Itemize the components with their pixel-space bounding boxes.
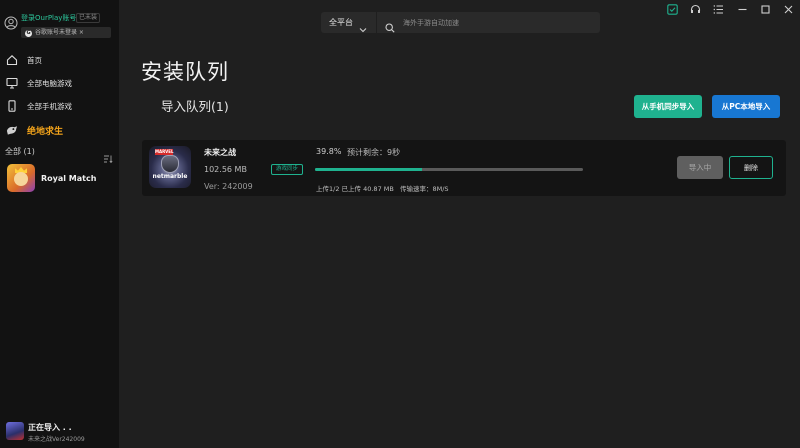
game-list-item[interactable]: Royal Match — [7, 163, 117, 193]
importing-button[interactable]: 导入中 — [677, 156, 723, 179]
upload-status: 上传1/2 已上传 40.87 MB — [316, 185, 394, 193]
search-icon — [385, 18, 395, 33]
page-title: 安装队列 — [141, 60, 229, 84]
import-from-pc-button[interactable]: 从PC本地导入 — [712, 95, 780, 118]
sort-icon[interactable] — [104, 148, 113, 164]
menu-icon[interactable] — [712, 3, 724, 15]
google-login-hint-text: 谷歌账号未登录 × — [35, 29, 84, 36]
headset-icon[interactable] — [689, 3, 701, 15]
google-login-hint[interactable]: G 谷歌账号未登录 × — [21, 27, 111, 38]
search-bar[interactable] — [376, 12, 600, 33]
all-games-header: 全部 (1) — [5, 146, 115, 164]
netmarble-logo: netmarble — [152, 173, 188, 180]
sidebar-item-label: 全部电脑游戏 — [27, 78, 72, 88]
importing-game-thumb — [6, 422, 24, 440]
sidebar-item-home[interactable]: 首页 — [0, 50, 119, 70]
sidebar: 登录OurPlay账号 已未装 G 谷歌账号未登录 × 首页 全部电脑游戏 全部手… — [0, 0, 119, 448]
progress-percent: 39.8% — [316, 147, 342, 156]
importing-status[interactable]: 正在导入 . . 未来之战Ver242009 — [6, 420, 118, 444]
account-status-tag: 已未装 — [76, 13, 101, 23]
sync-tag: 游戏同步 — [271, 164, 304, 175]
sidebar-item-pc-games[interactable]: 全部电脑游戏 — [0, 73, 119, 93]
close-icon[interactable] — [782, 3, 794, 15]
phone-icon — [6, 100, 18, 112]
progress-bar — [315, 168, 583, 171]
game-icon: MARVEL netmarble — [149, 146, 191, 188]
platform-dropdown[interactable]: 全平台 — [321, 12, 376, 33]
queue-item-card: MARVEL netmarble 未来之战 102.56 MB Ver: 242… — [142, 140, 786, 196]
pubg-icon — [6, 124, 18, 136]
monitor-icon — [6, 77, 18, 89]
hero-mask-shape — [161, 155, 179, 173]
maximize-icon[interactable] — [759, 3, 771, 15]
royal-match-icon — [7, 164, 35, 192]
game-name: Royal Match — [41, 173, 97, 183]
login-link[interactable]: 登录OurPlay账号 — [21, 13, 76, 23]
sidebar-item-mobile-games[interactable]: 全部手机游戏 — [0, 96, 119, 116]
progress-bar-fill — [315, 168, 422, 171]
minimize-icon[interactable] — [736, 3, 748, 15]
delete-button[interactable]: 删除 — [729, 156, 773, 179]
sidebar-item-label: 全部手机游戏 — [27, 101, 72, 111]
import-from-phone-button[interactable]: 从手机同步导入 — [634, 95, 702, 118]
search-input[interactable] — [403, 18, 593, 27]
platform-label: 全平台 — [329, 18, 353, 27]
importing-title: 正在导入 . . — [28, 423, 72, 432]
transfer-speed: 传输速率：8M/S — [400, 185, 449, 193]
google-icon: G — [25, 30, 32, 37]
all-games-count: 全部 (1) — [5, 147, 35, 156]
account-panel[interactable]: 登录OurPlay账号 已未装 G 谷歌账号未登录 × — [4, 12, 116, 40]
game-name: 未来之战 — [204, 148, 236, 157]
queue-title: 导入队列(1) — [161, 99, 229, 114]
importing-subtitle: 未来之战Ver242009 — [28, 436, 85, 443]
game-version: Ver: 242009 — [204, 182, 253, 191]
sidebar-item-label: 首页 — [27, 55, 42, 65]
checkin-icon[interactable] — [666, 3, 678, 15]
sidebar-item-pubg[interactable]: 绝地求生 — [0, 120, 119, 140]
king-face-shape — [14, 172, 28, 186]
user-avatar-icon[interactable] — [4, 15, 18, 30]
chevron-down-icon — [359, 19, 367, 32]
time-remaining: 预计剩余：9秒 — [347, 148, 401, 157]
game-size: 102.56 MB — [204, 165, 247, 174]
sidebar-item-label: 绝地求生 — [27, 126, 64, 137]
home-icon — [6, 54, 18, 66]
